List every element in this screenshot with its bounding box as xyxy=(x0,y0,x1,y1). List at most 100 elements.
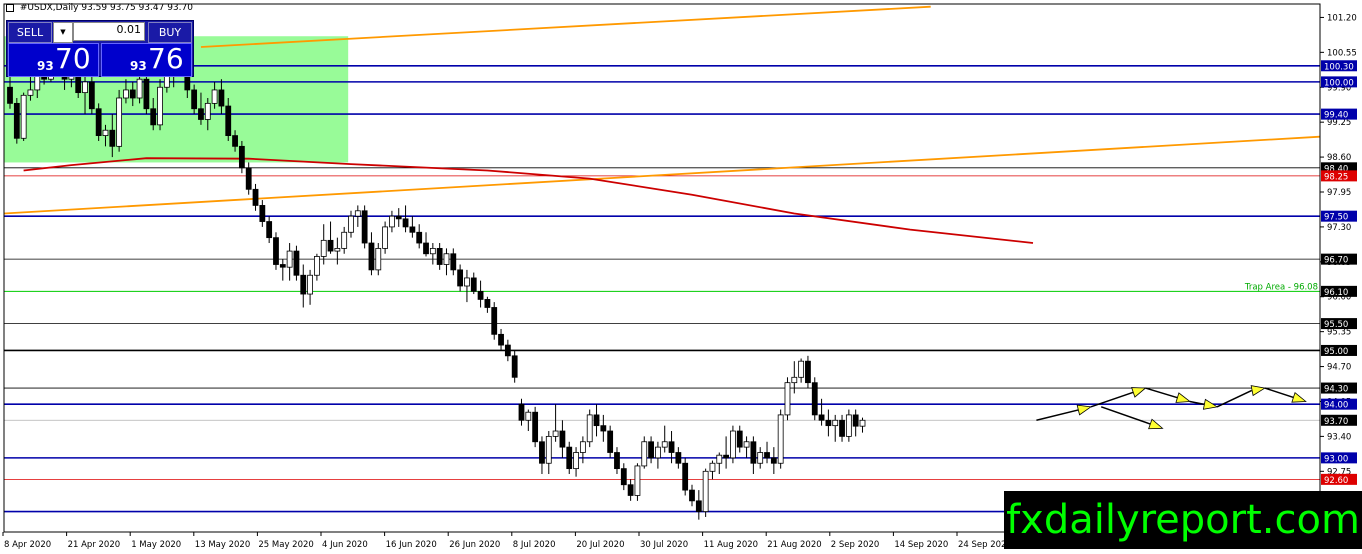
candle xyxy=(730,425,736,464)
projection-arrow-shaft xyxy=(1145,387,1178,399)
moving-average-line xyxy=(23,157,1034,244)
candle-body xyxy=(627,484,634,496)
candle xyxy=(716,452,723,474)
candle-body xyxy=(552,430,559,437)
candle-body xyxy=(75,76,82,94)
buy-price-button[interactable]: 93 76 xyxy=(101,42,192,77)
candle-body xyxy=(327,239,334,252)
sell-price-prefix: 93 xyxy=(37,59,54,73)
candle xyxy=(266,216,273,244)
candle xyxy=(627,479,634,501)
candle xyxy=(566,441,573,474)
candle-body xyxy=(730,430,736,459)
candle xyxy=(607,425,614,458)
candle-body xyxy=(614,452,620,470)
candle-body xyxy=(238,145,245,169)
one-click-trading-panel: SELL ▼ 0.01 BUY 93 70 93 76 xyxy=(6,20,194,77)
candle-body xyxy=(423,242,429,255)
candle-body xyxy=(545,435,552,464)
candle-body xyxy=(559,430,566,448)
projection-branch-arrow-head xyxy=(1148,418,1164,430)
candle xyxy=(552,404,559,442)
y-tick-label: 100.55 xyxy=(1327,48,1357,58)
x-tick-label: 21 Aug 2020 xyxy=(767,540,821,550)
candle xyxy=(852,409,859,437)
price-tag-label: 100.30 xyxy=(1324,62,1354,72)
x-tick-label: 20 Jul 2020 xyxy=(576,540,624,550)
candle-body xyxy=(450,253,457,271)
y-tick-label: 98.60 xyxy=(1327,153,1351,163)
sell-price-button[interactable]: 93 70 xyxy=(8,42,99,77)
candle xyxy=(661,425,668,453)
candle-body xyxy=(368,242,375,271)
y-tick-label: 93.40 xyxy=(1327,432,1351,442)
lot-size-dropdown[interactable]: ▼ xyxy=(53,22,73,43)
sell-button[interactable]: SELL xyxy=(8,22,52,43)
candle-body xyxy=(348,215,354,233)
candle xyxy=(395,208,402,227)
candle-body xyxy=(259,205,266,222)
candle xyxy=(375,243,382,276)
candle xyxy=(423,232,429,257)
candle xyxy=(409,216,416,238)
candle xyxy=(559,420,566,458)
candle-body xyxy=(655,446,661,459)
candle xyxy=(764,441,770,464)
candle xyxy=(484,296,491,313)
candle-body xyxy=(498,333,504,346)
down-triangle-icon: ▼ xyxy=(60,28,66,36)
candle xyxy=(116,89,123,152)
candle-body xyxy=(607,430,614,453)
candle-body xyxy=(491,307,498,335)
price-chart[interactable]: 101.20100.5599.9099.2598.6097.9597.3096.… xyxy=(0,0,1362,554)
candle-body xyxy=(464,277,470,287)
candle-body xyxy=(157,86,163,126)
projection-arrow-head xyxy=(1175,392,1191,403)
candle-body xyxy=(539,441,545,464)
candle xyxy=(429,243,436,265)
candle-body xyxy=(716,454,723,464)
candle xyxy=(770,447,777,474)
candle xyxy=(334,237,341,265)
price-tag-label: 95.50 xyxy=(1324,320,1348,330)
x-tick-label: 30 Jul 2020 xyxy=(640,540,688,550)
price-tag-label: 97.50 xyxy=(1324,213,1348,223)
candle-body xyxy=(123,89,129,99)
price-tag-label: 93.70 xyxy=(1324,417,1348,427)
candle-body xyxy=(736,430,743,448)
candle xyxy=(586,409,593,448)
buy-price-pips: 76 xyxy=(148,42,184,75)
candle xyxy=(695,490,702,520)
candle-body xyxy=(457,269,464,287)
candle xyxy=(532,406,539,448)
candle-body xyxy=(723,454,729,459)
candle xyxy=(361,205,368,249)
site-watermark: fxdailyreport.com xyxy=(1004,491,1362,549)
buy-button[interactable]: BUY xyxy=(148,22,192,43)
candle xyxy=(368,232,375,276)
candle xyxy=(491,302,498,340)
candle-body xyxy=(375,247,382,271)
candle-body xyxy=(634,465,641,496)
candle-body xyxy=(511,355,518,378)
candle xyxy=(320,224,327,265)
price-tag-label: 95.00 xyxy=(1324,347,1348,357)
candle xyxy=(675,447,682,469)
candle xyxy=(354,205,361,227)
candle-body xyxy=(532,411,539,443)
price-tag-label: 93.00 xyxy=(1324,454,1348,464)
projection-branch-arrow-shaft xyxy=(1100,406,1151,425)
lot-size-input[interactable]: 0.01 xyxy=(73,22,145,41)
chart-symbol-header: #USDX,Daily 93.59 93.75 93.47 93.70 xyxy=(6,3,193,13)
candle xyxy=(593,404,600,437)
candle-body xyxy=(279,264,286,268)
candle-body xyxy=(416,231,423,244)
candle xyxy=(600,414,607,442)
ohlc-values: 93.59 93.75 93.47 93.70 xyxy=(81,3,193,13)
candle xyxy=(341,226,348,254)
candle xyxy=(825,409,832,437)
x-tick-label: 4 Jun 2020 xyxy=(322,540,368,550)
projection-arrow-head xyxy=(1076,404,1093,416)
candle-body xyxy=(273,237,279,265)
candle-body xyxy=(818,414,825,421)
